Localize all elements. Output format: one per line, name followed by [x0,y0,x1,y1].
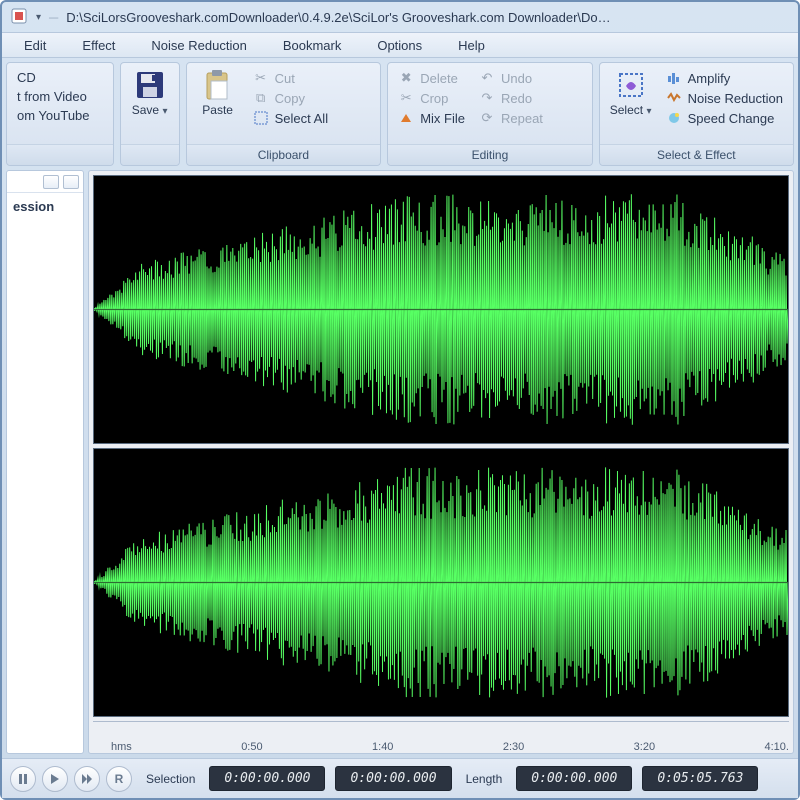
menu-help[interactable]: Help [440,35,503,56]
ribbon-group-save: Save ▾ [120,62,180,166]
selection-end: 0:00:00.000 [335,766,451,791]
ribbon-group-select-effect: Select ▾ Amplify Noise Reduction Speed C… [599,62,794,166]
sidebar-tool-1[interactable] [43,175,59,189]
time-ruler[interactable]: hms 0:50 1:40 2:30 3:20 4:10. [89,721,793,753]
window-title: D:\SciLorsGrooveshark.comDownloader\0.4.… [66,10,610,25]
open-from-video[interactable]: t from Video [15,88,92,105]
select-all-button[interactable]: Select All [251,109,330,127]
noise-icon [666,90,682,106]
sidebar-tool-2[interactable] [63,175,79,189]
waveform-track-left[interactable] [93,175,789,444]
selection-label: Selection [142,772,199,786]
delete-button[interactable]: ✖Delete [396,69,467,87]
ruler-tick: 2:30 [503,741,524,753]
undo-icon: ↶ [479,70,495,86]
speed-icon [666,110,682,126]
paste-button[interactable]: Paste [195,69,241,117]
transport-controls: R [10,766,132,792]
delete-icon: ✖ [398,70,414,86]
open-cd[interactable]: CD [15,69,92,86]
length-start: 0:00:00.000 [516,766,632,791]
content-area: ession hms 0:50 1:40 2:30 3:20 [2,166,798,758]
ruler-tick: 3:20 [634,741,655,753]
titlebar: ▾ ─ D:\SciLorsGrooveshark.comDownloader\… [2,2,798,32]
repeat-icon: ⟳ [479,110,495,126]
floppy-icon [134,69,166,101]
ribbon-group-open: CD t from Video om YouTube [6,62,114,166]
length-label: Length [462,772,507,786]
sidebar-toolbar [7,171,83,193]
select-icon [615,69,647,101]
play-button[interactable] [42,766,68,792]
length-end: 0:05:05.763 [642,766,758,791]
select-all-icon [253,110,269,126]
amplify-button[interactable]: Amplify [664,69,785,87]
speed-change-button[interactable]: Speed Change [664,109,785,127]
redo-button[interactable]: ↷Redo [477,89,545,107]
app-icon [10,7,28,28]
tracks [89,171,793,721]
menu-effect[interactable]: Effect [64,35,133,56]
redo-icon: ↷ [479,90,495,106]
ruler-tick: 1:40 [372,741,393,753]
selection-start: 0:00:00.000 [209,766,325,791]
crop-button[interactable]: ✂Crop [396,89,467,107]
sidebar-item-session[interactable]: ession [13,199,77,214]
ribbon: CD t from Video om YouTube Save ▾ [2,58,798,166]
quick-access-dropdown[interactable]: ▾ [36,12,41,23]
ribbon-group-clipboard: Paste ✂Cut ⧉Copy Select All Clipboard [186,62,382,166]
statusbar: R Selection 0:00:00.000 0:00:00.000 Leng… [2,758,798,798]
menu-noise-reduction[interactable]: Noise Reduction [133,35,264,56]
menu-options[interactable]: Options [359,35,440,56]
pause-button[interactable] [10,766,36,792]
mix-file-button[interactable]: Mix File [396,109,467,127]
save-button[interactable]: Save ▾ [127,69,173,117]
undo-button[interactable]: ↶Undo [477,69,545,87]
next-button[interactable] [74,766,100,792]
ruler-unit: hms [111,741,132,753]
noise-reduction-button[interactable]: Noise Reduction [664,89,785,107]
mix-icon [398,110,414,126]
copy-icon: ⧉ [253,90,269,106]
menu-edit[interactable]: Edit [6,35,64,56]
sidebar: ession [6,170,84,754]
ribbon-title-clipboard: Clipboard [187,144,381,165]
app-window: ▾ ─ D:\SciLorsGrooveshark.comDownloader\… [0,0,800,800]
ruler-tick: 0:50 [241,741,262,753]
scissors-icon: ✂ [253,70,269,86]
ruler-tick: 4:10. [765,741,789,753]
clipboard-icon [202,69,234,101]
ribbon-group-editing: ✖Delete ✂Crop Mix File ↶Undo ↷Redo ⟳Repe… [387,62,592,166]
waveform-track-right[interactable] [93,448,789,717]
repeat-button[interactable]: ⟳Repeat [477,109,545,127]
open-from-youtube[interactable]: om YouTube [15,107,92,124]
ribbon-title-open [7,144,113,165]
menu-bookmark[interactable]: Bookmark [265,35,360,56]
select-button[interactable]: Select ▾ [608,69,654,117]
crop-icon: ✂ [398,90,414,106]
waveform-area: hms 0:50 1:40 2:30 3:20 4:10. [88,170,794,754]
menubar: Edit Effect Noise Reduction Bookmark Opt… [2,32,798,58]
ribbon-title-editing: Editing [388,144,591,165]
amplify-icon [666,70,682,86]
copy-button[interactable]: ⧉Copy [251,89,330,107]
ribbon-title-select-effect: Select & Effect [600,144,793,165]
record-button[interactable]: R [106,766,132,792]
cut-button[interactable]: ✂Cut [251,69,330,87]
